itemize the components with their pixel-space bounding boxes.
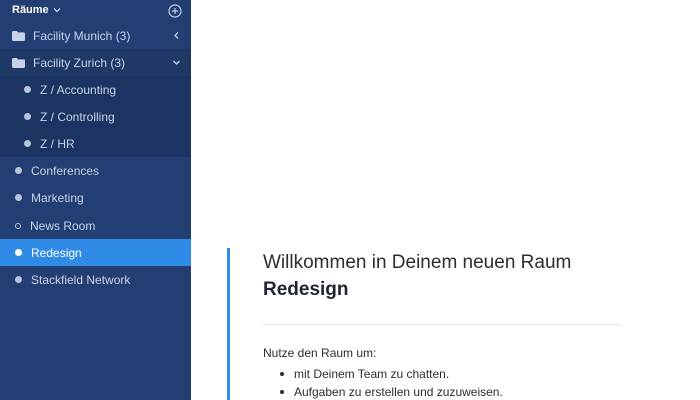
chevron-down-icon: [53, 8, 61, 13]
sidebar-item-label: Z / Controlling: [40, 109, 115, 124]
sidebar-item-label: Redesign: [31, 245, 82, 260]
welcome-title: Willkommen in Deinem neuen Raum: [263, 252, 572, 273]
room-dot-icon: [24, 113, 31, 120]
list-item-text: mit Deinem Team zu chatten.: [294, 367, 450, 381]
folder-icon: [12, 57, 25, 68]
bullet-icon: [280, 372, 284, 376]
rooms-section-toggle[interactable]: Räume: [12, 4, 61, 16]
sidebar-item-news-room[interactable]: News Room: [0, 212, 191, 239]
sidebar-item-label: Conferences: [31, 163, 100, 178]
room-dot-icon: [15, 194, 22, 201]
sidebar-item-z-accounting[interactable]: Z / Accounting: [0, 76, 191, 103]
bullet-icon: [280, 390, 284, 394]
sidebar: Räume Facility Munich (3) Facility Zuric…: [0, 0, 191, 400]
intro-text: Nutze den Raum um:: [263, 346, 377, 360]
room-dot-icon: [15, 167, 22, 174]
sidebar-item-marketing[interactable]: Marketing: [0, 184, 191, 211]
sidebar-item-stackfield-network[interactable]: Stackfield Network: [0, 266, 191, 293]
plus-circle-icon[interactable]: [168, 4, 182, 18]
sidebar-header: Räume: [0, 0, 191, 22]
sidebar-item-label: News Room: [30, 218, 96, 233]
sidebar-item-conferences[interactable]: Conferences: [0, 157, 191, 184]
list-item: mit Deinem Team zu chatten.: [263, 366, 503, 384]
sidebar-item-label: Z / HR: [40, 136, 75, 151]
feature-list: mit Deinem Team zu chatten. Aufgaben zu …: [263, 366, 503, 400]
chevron-left-icon[interactable]: [172, 31, 181, 40]
sidebar-folder-facility-munich[interactable]: Facility Munich (3): [0, 22, 191, 49]
sidebar-item-z-hr[interactable]: Z / HR: [0, 130, 191, 157]
welcome-panel: Willkommen in Deinem neuen Raum Redesign…: [227, 248, 630, 400]
rooms-section-title: Räume: [12, 4, 49, 16]
room-dot-icon: [24, 86, 31, 93]
app-window: Räume Facility Munich (3) Facility Zuric…: [0, 0, 700, 400]
folder-icon: [12, 30, 25, 41]
folder-label: Facility Zurich (3): [33, 55, 126, 70]
sidebar-item-z-controlling[interactable]: Z / Controlling: [0, 103, 191, 130]
folder-label: Facility Munich (3): [33, 28, 131, 43]
room-dot-icon: [24, 140, 31, 147]
sidebar-folder-facility-zurich[interactable]: Facility Zurich (3): [0, 49, 191, 76]
divider: [263, 324, 620, 325]
room-dot-icon: [15, 249, 22, 256]
room-ring-icon: [15, 222, 21, 229]
list-item: Aufgaben zu erstellen und zuzuweisen.: [263, 384, 503, 400]
room-name: Redesign: [263, 279, 349, 300]
sidebar-item-label: Stackfield Network: [31, 272, 131, 287]
list-item-text: Aufgaben zu erstellen und zuzuweisen.: [294, 385, 503, 399]
sidebar-item-redesign[interactable]: Redesign: [0, 239, 191, 266]
main-content: Willkommen in Deinem neuen Raum Redesign…: [191, 0, 700, 400]
sidebar-item-label: Z / Accounting: [40, 82, 117, 97]
room-dot-icon: [15, 276, 22, 283]
chevron-down-icon[interactable]: [172, 58, 181, 67]
sidebar-item-label: Marketing: [31, 190, 84, 205]
